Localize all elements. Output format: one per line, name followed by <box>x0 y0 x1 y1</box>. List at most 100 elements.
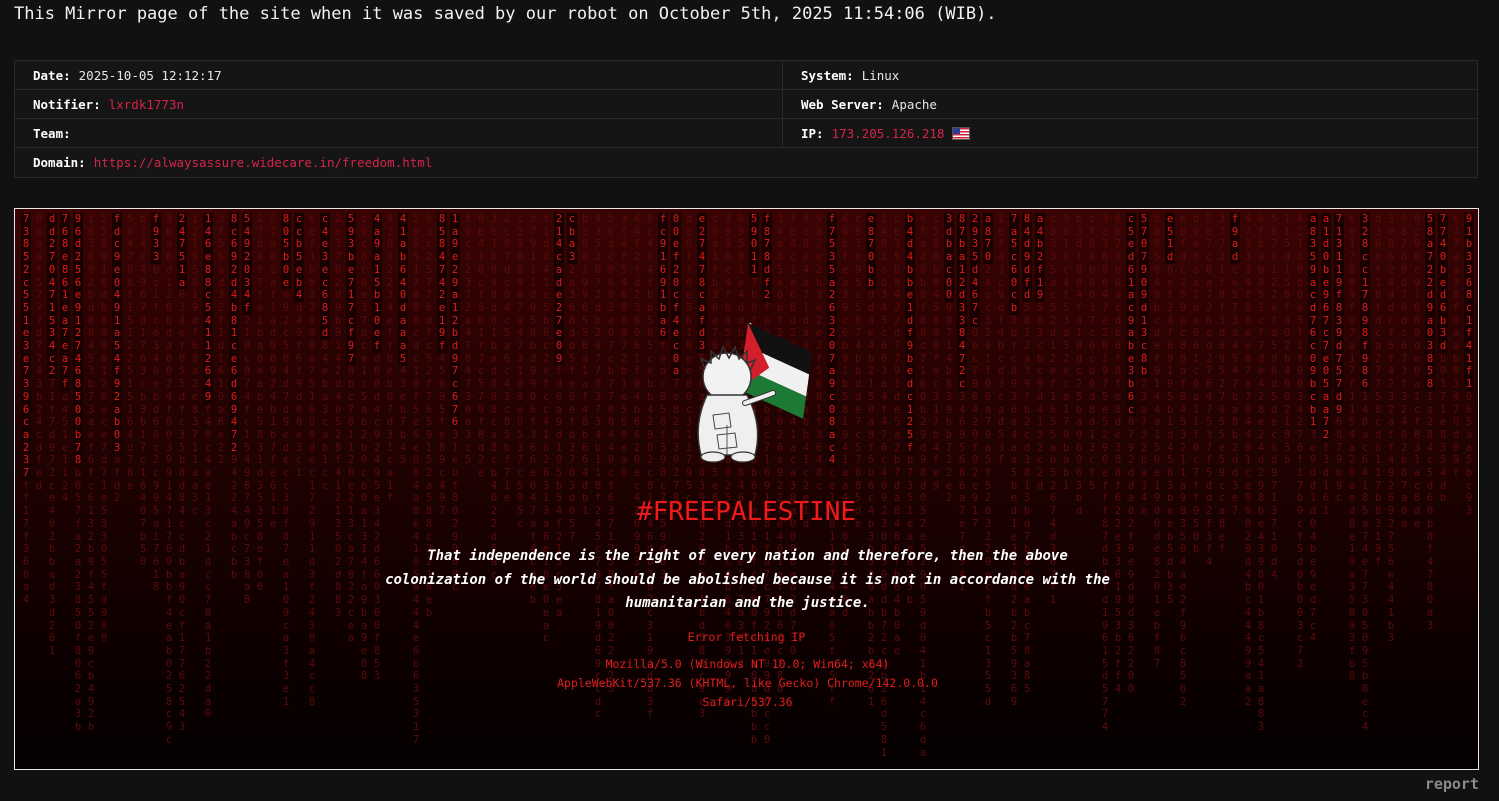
matrix-column: 0 c 4 0 4 f b b 5 8 5 c e b b 4 2 9 0 2 … <box>646 213 654 721</box>
web-server-value: Apache <box>891 96 937 112</box>
matrix-column: 5 b d c 0 6 8 2 e 0 7 c b 7 7 0 8 4 4 0 … <box>607 213 615 696</box>
matrix-column: e 8 7 0 b b <box>866 213 876 290</box>
user-agent-line: Safari/537.36 <box>702 695 793 709</box>
date-label: Date: <box>33 67 71 83</box>
matrix-column: 6 b 2 0 b 0 a c d b 6 f 8 f e 8 d e 3 8 … <box>1114 213 1122 696</box>
matrix-column: f 9 3 3 <box>151 213 161 264</box>
matrix-column: a f 4 f 5 4 6 0 6 8 7 2 b 1 e 5 6 0 e a … <box>620 213 628 480</box>
matrix-column: 3 2 8 c c 1 7 8 9 8 f 9 8 6 <box>1360 213 1370 391</box>
matrix-column: 5 4 9 2 0 3 4 f <box>242 213 252 315</box>
quote-text: That independence is the right of every … <box>385 548 1110 611</box>
matrix-column: f 0 c 8 2 3 7 2 a 4 7 8 4 7 3 0 a 3 c 5 <box>464 213 472 467</box>
matrix-column: c c b 5 e b 4 <box>294 213 304 302</box>
mirror-notice: This Mirror page of the site when it was… <box>14 4 997 24</box>
info-row-system: System: Linux <box>782 61 1477 90</box>
matrix-column: 8 0 5 b 0 e <box>281 213 291 290</box>
info-row-team: Team: <box>15 119 782 148</box>
matrix-column: 1 2 1 9 5 8 1 9 d f 6 8 a 2 e 8 3 7 1 1 … <box>191 213 199 518</box>
handala-with-palestine-flag-icon <box>697 322 813 463</box>
matrix-column: 9 6 d 2 5 6 e 9 1 2 7 4 6 8 5 0 0 b 7 8 <box>73 213 83 468</box>
matrix-column: 2 c 0 7 d c 0 4 c 5 a 6 c 4 1 c 8 5 b f … <box>503 213 511 505</box>
matrix-column: a c 2 a 6 e f 2 4 f 6 9 1 9 5 b 1 d 4 5 … <box>1166 213 1174 607</box>
matrix-column: 3 f 5 6 a d 3 2 f 1 d 1 6 1 9 a 6 e 2 2 <box>217 213 225 467</box>
matrix-column: 5 9 3 b e 7 1 7 c f 9 7 <box>346 213 356 366</box>
matrix-column: a 4 b 2 f 1 9 <box>1035 213 1045 302</box>
domain-link[interactable]: https://alwaysassure.widecare.in/freedom… <box>94 155 433 170</box>
info-row-web-server: Web Server: Apache <box>782 90 1477 119</box>
matrix-column: 2 1 4 c a d e 2 7 e 0 9 <box>554 213 564 366</box>
matrix-column: 7 7 4 0 b e d 6 b 3 d <box>1438 213 1448 353</box>
matrix-column: 3 2 a 4 c 5 6 3 4 e f 0 5 5 d f c 3 5 b … <box>178 213 186 734</box>
matrix-column: 8 5 8 4 7 4 2 e 1 9 f <box>437 213 447 353</box>
user-agent-line: Mozilla/5.0 (Windows NT 10.0; Win64; x64… <box>605 657 890 671</box>
matrix-column: b 7 7 a a 3 8 f d a a b 8 3 4 7 0 d 0 9 … <box>1452 213 1460 480</box>
info-table: Date: 2025-10-05 12:12:17 System: Linux … <box>14 60 1478 178</box>
matrix-column: c 0 c 6 c 8 e 3 7 a c e 1 c 5 a b 2 b 0 … <box>360 213 368 683</box>
matrix-column: c 5 e d 6 1 a c 9 a b e 3 b 6 c <box>1126 213 1136 417</box>
matrix-column: 9 8 2 d 9 d 7 0 d c 6 7 3 f 3 2 4 6 2 b … <box>1400 213 1408 530</box>
matrix-column: 7 1 3 1 1 9 f 8 3 9 d 7 5 7 d 9 <box>1334 213 1344 417</box>
matrix-column: 2 e 3 7 0 2 d 9 b 9 1 4 2 d 4 0 5 2 8 f … <box>334 213 342 619</box>
matrix-column: 0 6 a a f 5 7 7 7 d 7 7 4 3 b 2 4 c d f … <box>35 213 43 492</box>
matrix-column: 5 b 6 5 1 7 0 0 6 c d c 1 0 f 5 e 6 e 0 … <box>412 213 420 746</box>
ip-status-text: Error fetching IP <box>687 630 806 644</box>
matrix-column: 4 a 9 a 1 5 b 1 0 e f <box>372 213 382 353</box>
matrix-column: c f 8 a b 8 d 3 7 c 0 c d 6 d 8 d 1 3 c … <box>1088 213 1096 492</box>
matrix-column: 3 b a 6 d 1 2 0 b d a 0 0 2 4 f 0 0 3 9 … <box>165 213 173 746</box>
matrix-column: e 5 1 d <box>1165 213 1175 264</box>
matrix-column: d d 2 7 0 4 7 1 5 3 4 c 2 <box>47 213 57 379</box>
matrix-column: 7 3 8 5 2 c 5 5 1 e 3 e 7 3 9 6 c a 2 3 … <box>21 213 31 480</box>
matrix-column: 1 1 5 d 1 5 0 f 4 0 2 b 4 0 0 2 1 8 3 b <box>1283 213 1291 467</box>
matrix-column: 4 2 1 3 0 d 0 e 5 f 1 f 9 0 3 4 2 7 6 f … <box>1296 213 1304 670</box>
ip-link[interactable]: 173.205.126.218 <box>832 126 945 141</box>
matrix-column: 8 0 c 6 b c 1 f c e 3 4 6 e b d 6 6 c 2 … <box>152 213 160 594</box>
matrix-column: 1 6 f 4 3 c 9 d f 4 b c d 3 c a d 5 3 f <box>997 213 1005 467</box>
matrix-column: 2 7 b 4 f 7 f e 1 b a 0 e a b e 5 8 3 1 … <box>256 213 264 594</box>
matrix-column: 8 4 d 9 d f d <box>1022 213 1032 302</box>
matrix-column: 5 8 a 7 2 2 d 9 a 0 3 8 5 8 <box>1425 213 1435 391</box>
matrix-column: c 4 e 3 e c 6 8 5 d <box>320 213 330 341</box>
matrix-column: b 4 d 4 b b e 1 d f 9 b e d c 1 2 5 f <box>905 213 915 455</box>
matrix-column: 9 1 b 3 3 6 8 c 1 f 4 1 f 1 <box>1464 213 1474 391</box>
matrix-column: 8 c 6 9 2 d 4 b 8 1 c e 6 d 6 9 4 7 2 <box>229 213 239 455</box>
matrix-column: 4 1 a b 6 4 0 d a a a 5 <box>398 213 408 366</box>
matrix-column: a 1 d 0 b e 9 6 7 c 7 e 0 5 a a 7 2 <box>1321 213 1331 442</box>
matrix-column: 8 7 b a 1 2 d 3 3 8 4 7 2 c <box>957 213 967 391</box>
report-button[interactable]: report <box>1425 775 1479 793</box>
matrix-column: 5 0 4 7 8 8 f 1 5 1 2 2 5 1 5 1 6 4 d 7 … <box>126 213 134 492</box>
matrix-column: b e 1 7 8 0 9 f e 7 a 1 7 f 1 1 5 4 a 2 … <box>1348 213 1356 683</box>
matrix-column: 0 b 4 1 0 c f 5 0 1 f 7 c 5 7 9 f 8 d 2 … <box>477 213 485 480</box>
info-row-ip: IP: 173.205.126.218 <box>782 119 1477 148</box>
info-row-date: Date: 2025-10-05 12:12:17 <box>15 61 782 90</box>
matrix-column: 9 2 0 3 2 2 3 4 e f f b e b 0 7 d 3 1 c … <box>386 213 394 505</box>
user-agent-line: AppleWebKit/537.36 (KHTML, like Gecko) C… <box>557 676 938 690</box>
team-label: Team: <box>33 125 71 141</box>
matrix-column: 9 3 5 2 0 7 2 d b 2 0 7 7 0 3 7 3 4 b 1 … <box>594 213 602 721</box>
matrix-column: 1 4 6 e 8 8 c 5 4 1 1 2 6 4 9 <box>203 213 213 404</box>
us-flag-icon <box>952 126 971 140</box>
system-label: System: <box>801 67 854 83</box>
matrix-column: 2 7 a 8 2 a f 1 a d 9 0 9 2 4 b 1 b 7 f … <box>269 213 277 530</box>
headline-free-palestine: #FREEPALESTINE <box>636 497 857 527</box>
matrix-column: 3 e 0 6 2 4 d d c f 5 f 4 2 3 2 a f f 4 … <box>1387 213 1395 645</box>
date-value: 2025-10-05 12:12:17 <box>78 67 222 83</box>
matrix-column: 3 d b a c 0 0 <box>944 213 954 302</box>
matrix-column: c b a 3 <box>567 213 577 264</box>
info-row-domain: Domain: https://alwaysassure.widecare.in… <box>15 148 1477 177</box>
matrix-column: c 2 9 0 8 9 0 7 a 4 7 3 1 d 9 e 0 5 3 7 … <box>516 213 524 530</box>
matrix-column: c 9 3 e 9 5 a 5 0 7 4 b b d d e 7 c 5 7 … <box>854 213 862 530</box>
matrix-column: 1 a 9 e 2 9 a 1 2 b d 9 7 c 6 7 6 <box>450 213 460 429</box>
matrix-column: 2 4 7 5 1 a <box>177 213 187 290</box>
matrix-column: b 3 0 8 1 9 9 6 5 5 6 a 1 a f 4 8 b 6 6 … <box>581 213 589 518</box>
matrix-column: 2 9 3 5 d 4 6 7 c <box>970 213 980 328</box>
matrix-column: 3 a 3 6 8 6 4 7 e 2 0 1 9 7 5 e 5 2 9 0 … <box>1101 213 1109 734</box>
system-value: Linux <box>861 67 900 83</box>
matrix-column: a 8 3 5 9 a c d 7 6 c 0 9 b c b 1 <box>1308 213 1318 429</box>
matrix-column: 7 a 5 c 6 0 c b <box>1009 213 1019 315</box>
matrix-column: 1 6 3 6 0 2 b d 0 8 4 5 3 b 7 3 a e f 6 … <box>87 213 95 734</box>
matrix-column: 0 c 9 0 c 9 1 0 8 9 d e 0 a 1 c f 8 3 1 … <box>1413 213 1421 530</box>
ip-label: IP: <box>801 125 824 141</box>
mirror-frame: 8 1 3 7 8 1 e 9 6 4 c a 1 7 3 a 2 8 7 2 … <box>14 208 1479 770</box>
matrix-column: 6 f b a b 8 5 1 c f 7 d e 4 2 8 e 2 4 d … <box>1257 213 1265 734</box>
notifier-link[interactable]: lxrdk1773n <box>109 97 184 112</box>
